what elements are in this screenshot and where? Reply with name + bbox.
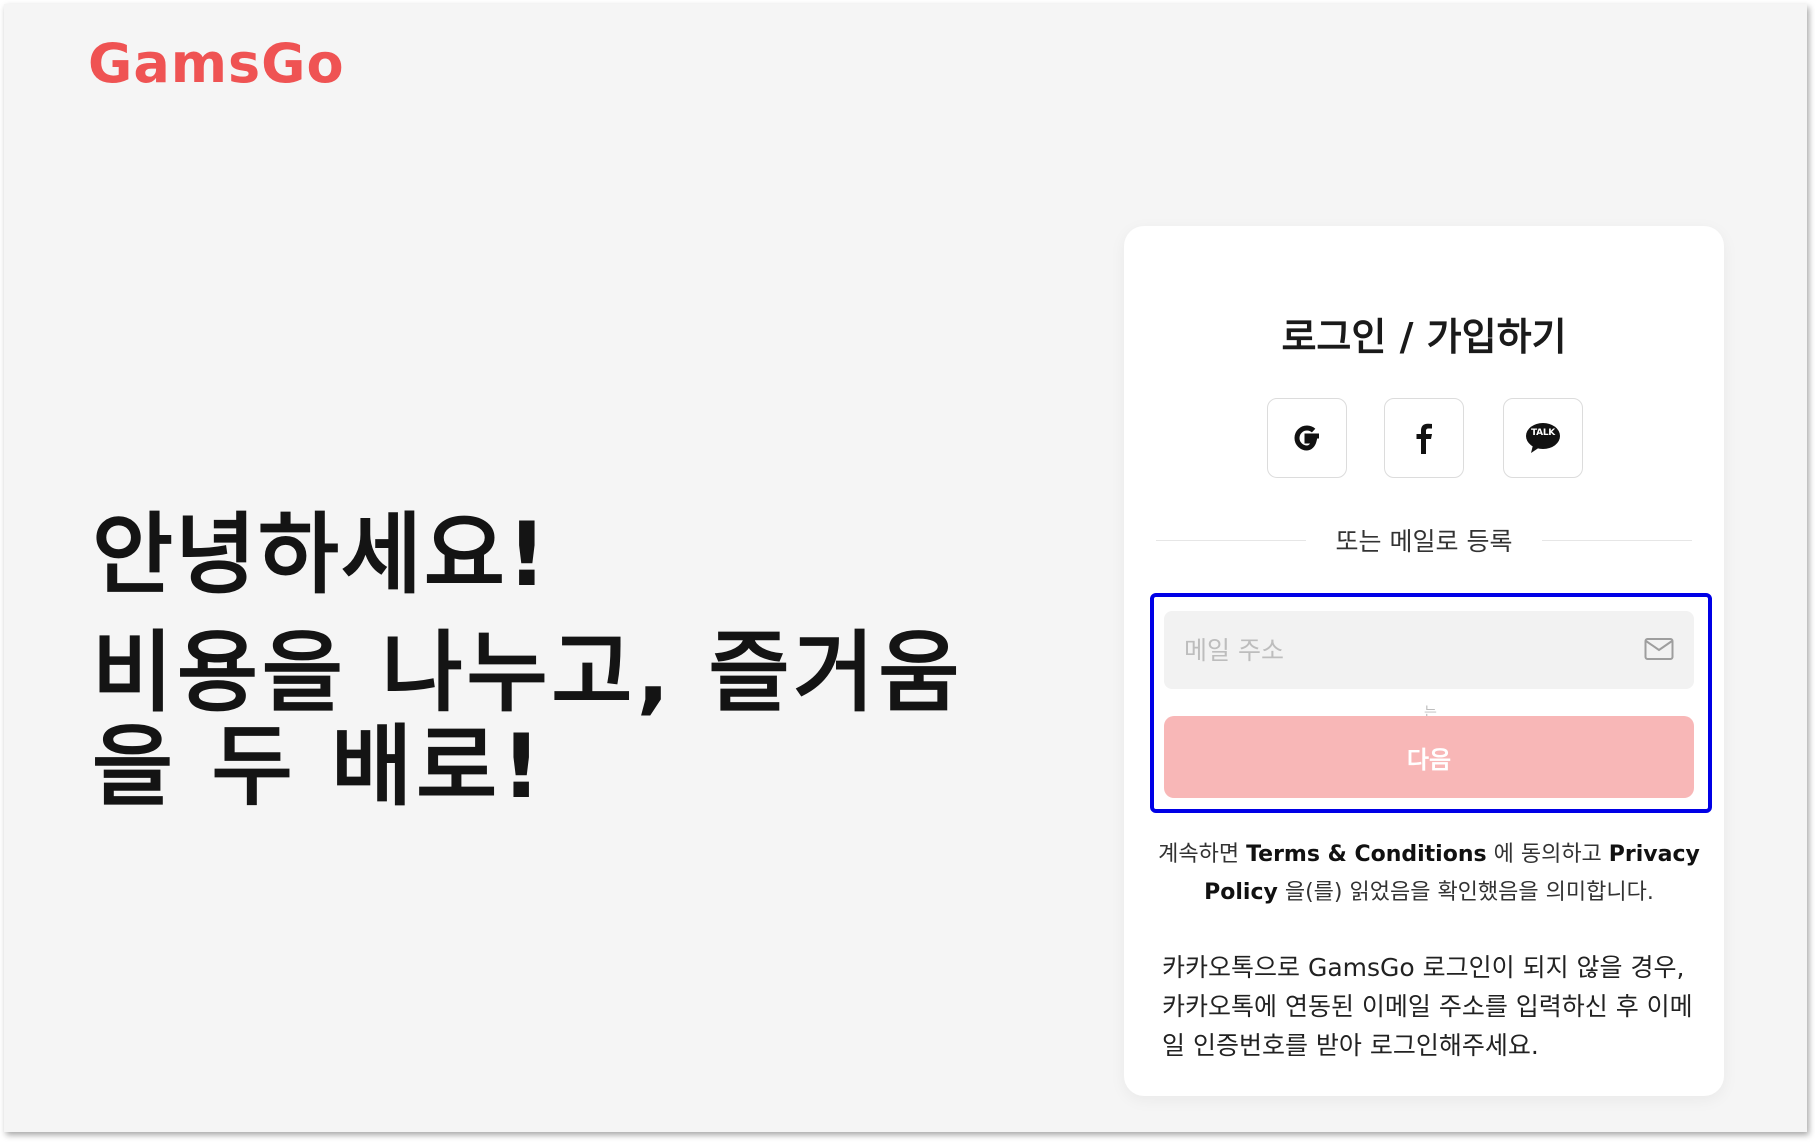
auth-title: 로그인 / 가입하기 [1281, 315, 1567, 359]
terms-middle: 에 동의하고 [1486, 842, 1609, 867]
terms-link[interactable]: Terms & Conditions [1246, 842, 1487, 867]
email-field[interactable] [1164, 611, 1694, 689]
next-button[interactable]: 다음 [1164, 716, 1694, 798]
facebook-login-button[interactable] [1384, 398, 1464, 478]
kakaotalk-icon-label: TALK [1531, 428, 1555, 438]
hero-tagline: 비용을 나누고, 즐거움을 두 배로! [92, 621, 964, 818]
email-input[interactable] [1164, 611, 1624, 689]
hero-greeting: 안녕하세요! [92, 503, 549, 606]
terms-suffix: 을(를) 읽었음을 확인했음을 의미합니다. [1277, 880, 1654, 905]
page-frame: GamsGo 안녕하세요! 비용을 나누고, 즐거움을 두 배로! 로그인 / … [4, 4, 1807, 1132]
divider-text: 또는 메일로 등록 [1335, 527, 1513, 556]
terms-notice: 계속하면 Terms & Conditions 에 동의하고 Privacy P… [1154, 836, 1704, 912]
kakaotalk-login-button[interactable]: TALK [1503, 398, 1583, 478]
divider: 또는 메일로 등록 [1156, 522, 1692, 558]
kakaotalk-icon: TALK [1523, 420, 1563, 456]
google-login-button[interactable] [1267, 398, 1347, 478]
terms-prefix: 계속하면 [1158, 842, 1247, 867]
hero-section: 안녕하세요! 비용을 나누고, 즐거움을 두 배로! [92, 504, 1042, 814]
kakao-notice: 카카오톡으로 GamsGo 로그인이 되지 않을 경우, 카카오톡에 연동된 이… [1162, 953, 1693, 1060]
gamsgo-logo[interactable]: GamsGo [88, 32, 345, 95]
facebook-icon [1406, 420, 1442, 456]
google-icon [1289, 420, 1325, 456]
mail-icon [1644, 637, 1674, 665]
